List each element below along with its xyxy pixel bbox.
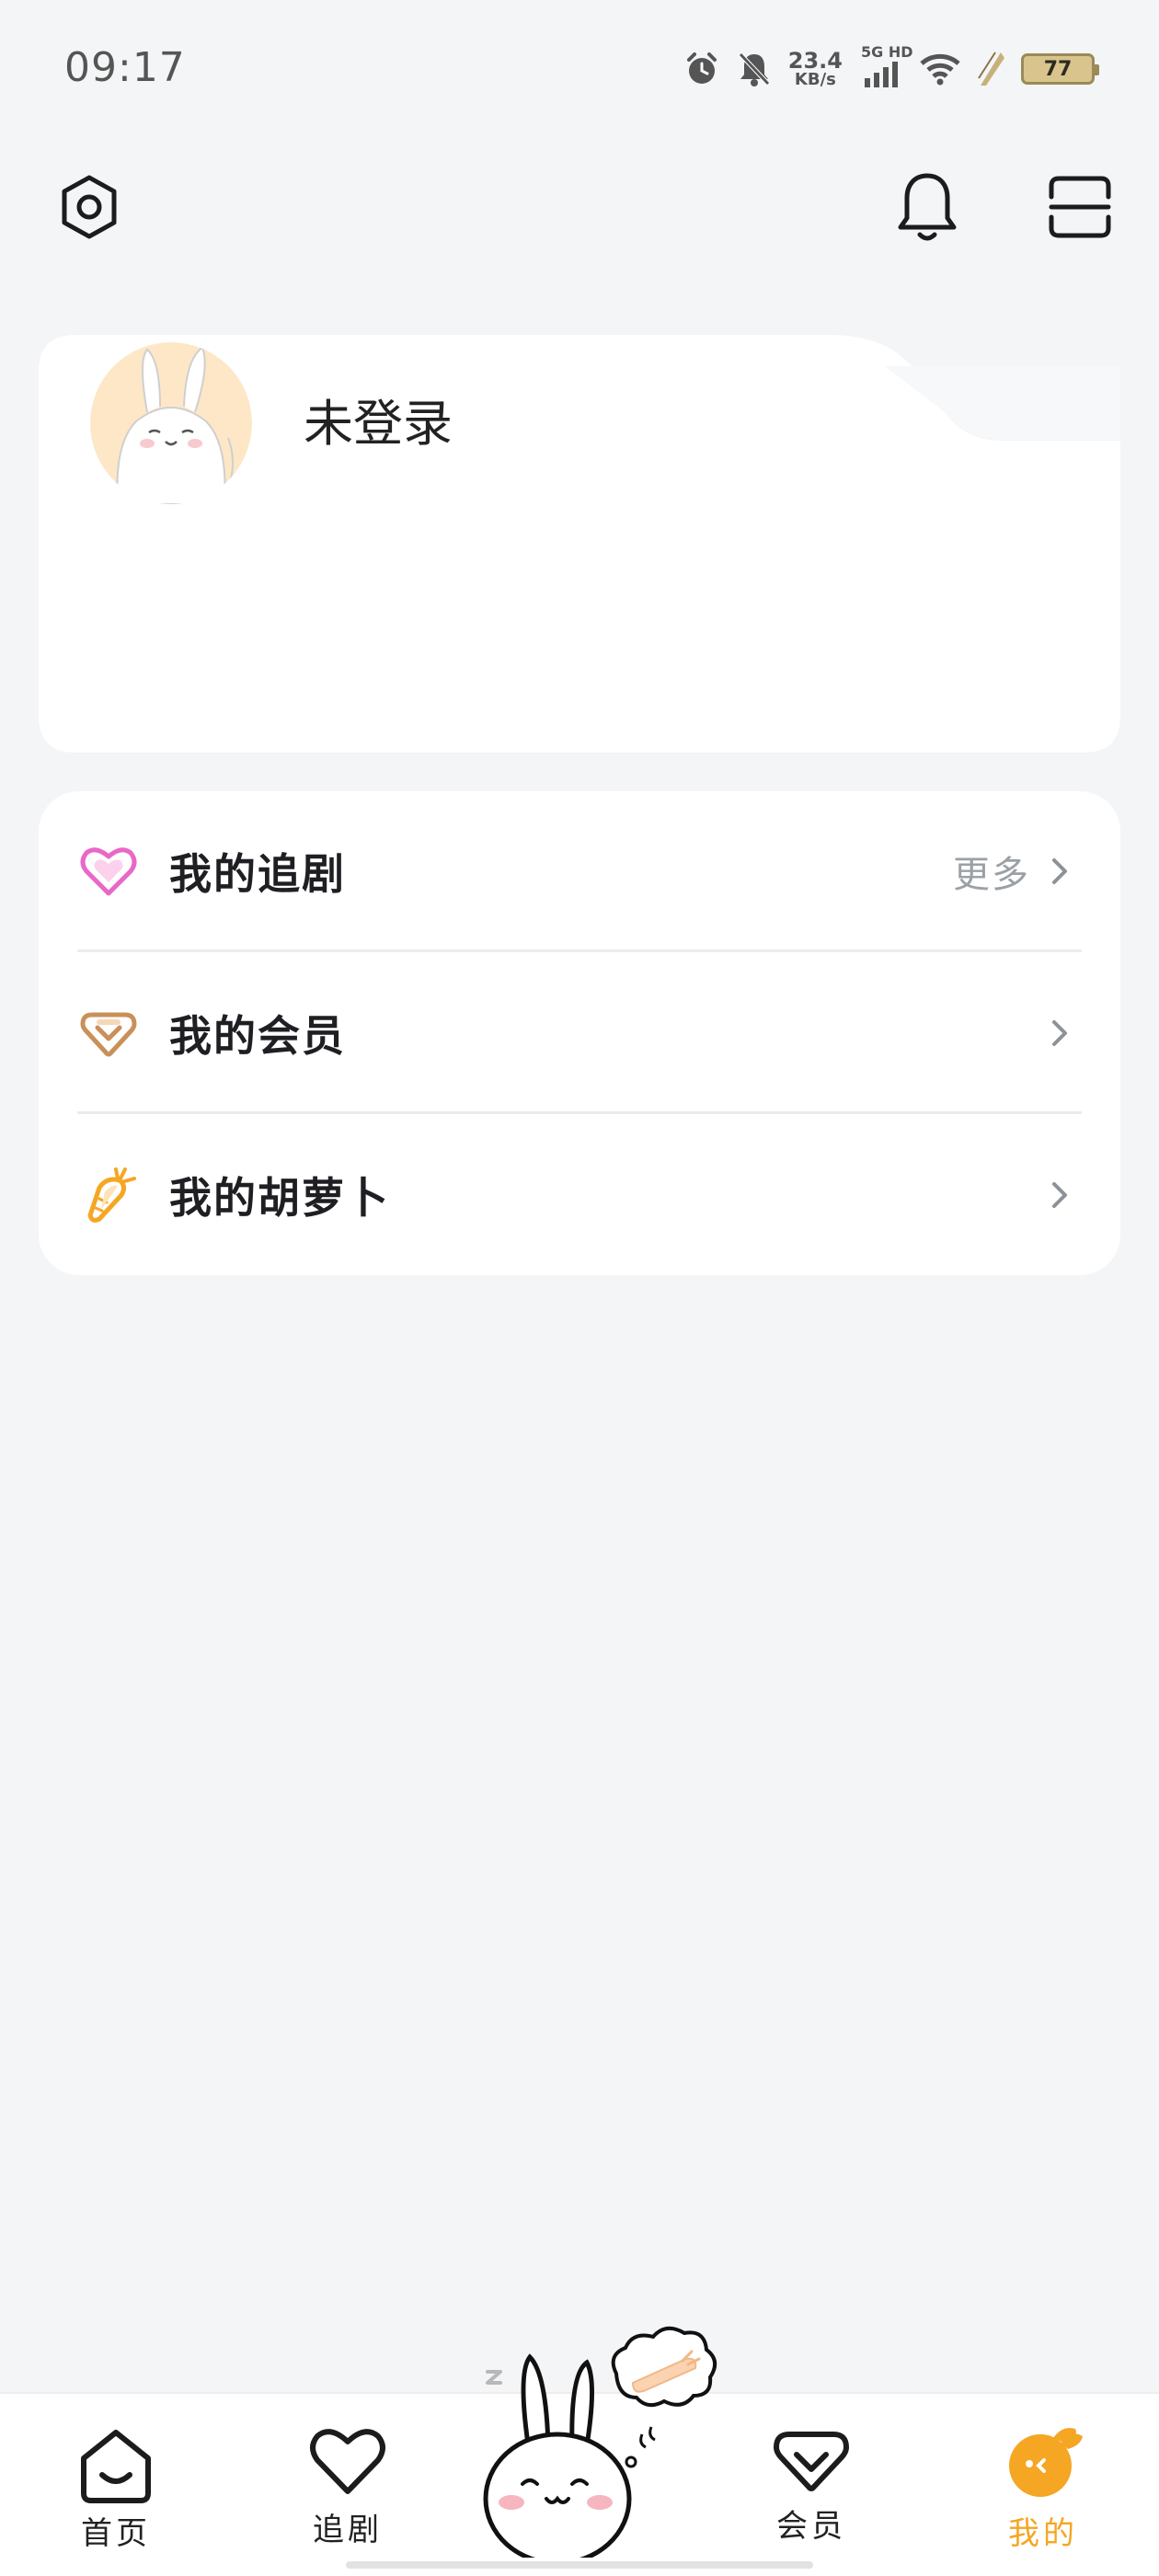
menu-item-label: 我的会员 <box>169 1011 346 1061</box>
divider <box>77 1111 1082 1114</box>
menu-item-my-drama[interactable]: 我的追剧 更多 <box>39 791 1120 951</box>
chevron-right-icon <box>1052 1020 1067 1046</box>
chevron-right-icon <box>1052 858 1067 884</box>
settings-button[interactable] <box>55 173 123 241</box>
menu-card: 我的追剧 更多 我的会员 我的胡萝卜 <box>39 791 1120 1275</box>
scan-button[interactable] <box>1045 173 1115 241</box>
menu-item-label: 我的胡萝卜 <box>169 1173 390 1223</box>
vip-diamond-icon <box>80 1012 137 1057</box>
nav-label: 会员 <box>776 2508 846 2545</box>
battery-icon: 77 <box>1021 53 1099 85</box>
nav-vip[interactable]: 会员 <box>729 2394 894 2576</box>
divider <box>77 949 1082 952</box>
profile-card[interactable]: 未登录 <box>39 335 1120 753</box>
notifications-button[interactable] <box>892 167 962 247</box>
menu-item-label: 我的追剧 <box>169 849 346 899</box>
menu-item-my-carrots[interactable]: 我的胡萝卜 <box>39 1115 1120 1275</box>
alarm-icon <box>686 52 717 84</box>
status-icons: 23.4 KB/s 5G HD 77 <box>683 43 1099 92</box>
net-speed: 23.4 KB/s <box>788 50 843 88</box>
top-bar <box>0 156 1159 258</box>
scan-icon <box>1049 176 1111 238</box>
sleeping-bunny-icon[interactable] <box>469 2318 736 2558</box>
avatar[interactable] <box>90 342 252 504</box>
wifi-icon <box>920 53 960 86</box>
chevron-right-icon <box>1052 1182 1067 1208</box>
nav-profile[interactable]: 我的 <box>960 2394 1126 2576</box>
status-bar: 09:17 23.4 KB/s 5G HD 77 <box>0 0 1159 138</box>
home-icon <box>81 2430 151 2503</box>
more-link[interactable]: 更多 <box>953 845 1030 898</box>
home-indicator <box>346 2561 813 2569</box>
net-speed-unit: KB/s <box>794 70 836 89</box>
nav-label: 追剧 <box>313 2512 383 2548</box>
charging-icon <box>978 52 1004 86</box>
net-speed-value: 23.4 <box>787 48 843 74</box>
nav-drama[interactable]: 追剧 <box>265 2394 430 2576</box>
heart-icon <box>310 2429 385 2494</box>
nav-label: 首页 <box>81 2515 151 2552</box>
settings-icon <box>62 175 117 239</box>
bunny-avatar-icon <box>90 342 252 504</box>
signal-icon: 5G HD <box>859 43 913 89</box>
nav-label: 我的 <box>1008 2515 1078 2552</box>
nav-home[interactable]: 首页 <box>33 2394 199 2576</box>
login-status[interactable]: 未登录 <box>304 383 453 455</box>
menu-item-my-vip[interactable]: 我的会员 <box>39 953 1120 1113</box>
profile-bunny-icon <box>1009 2428 1083 2497</box>
heart-icon <box>80 847 137 896</box>
bell-icon <box>898 173 957 241</box>
battery-level: 77 <box>1043 57 1073 81</box>
carrot-icon <box>87 1167 136 1223</box>
mute-icon <box>738 52 770 86</box>
vip-icon <box>774 2432 849 2491</box>
status-time: 09:17 <box>64 44 186 91</box>
